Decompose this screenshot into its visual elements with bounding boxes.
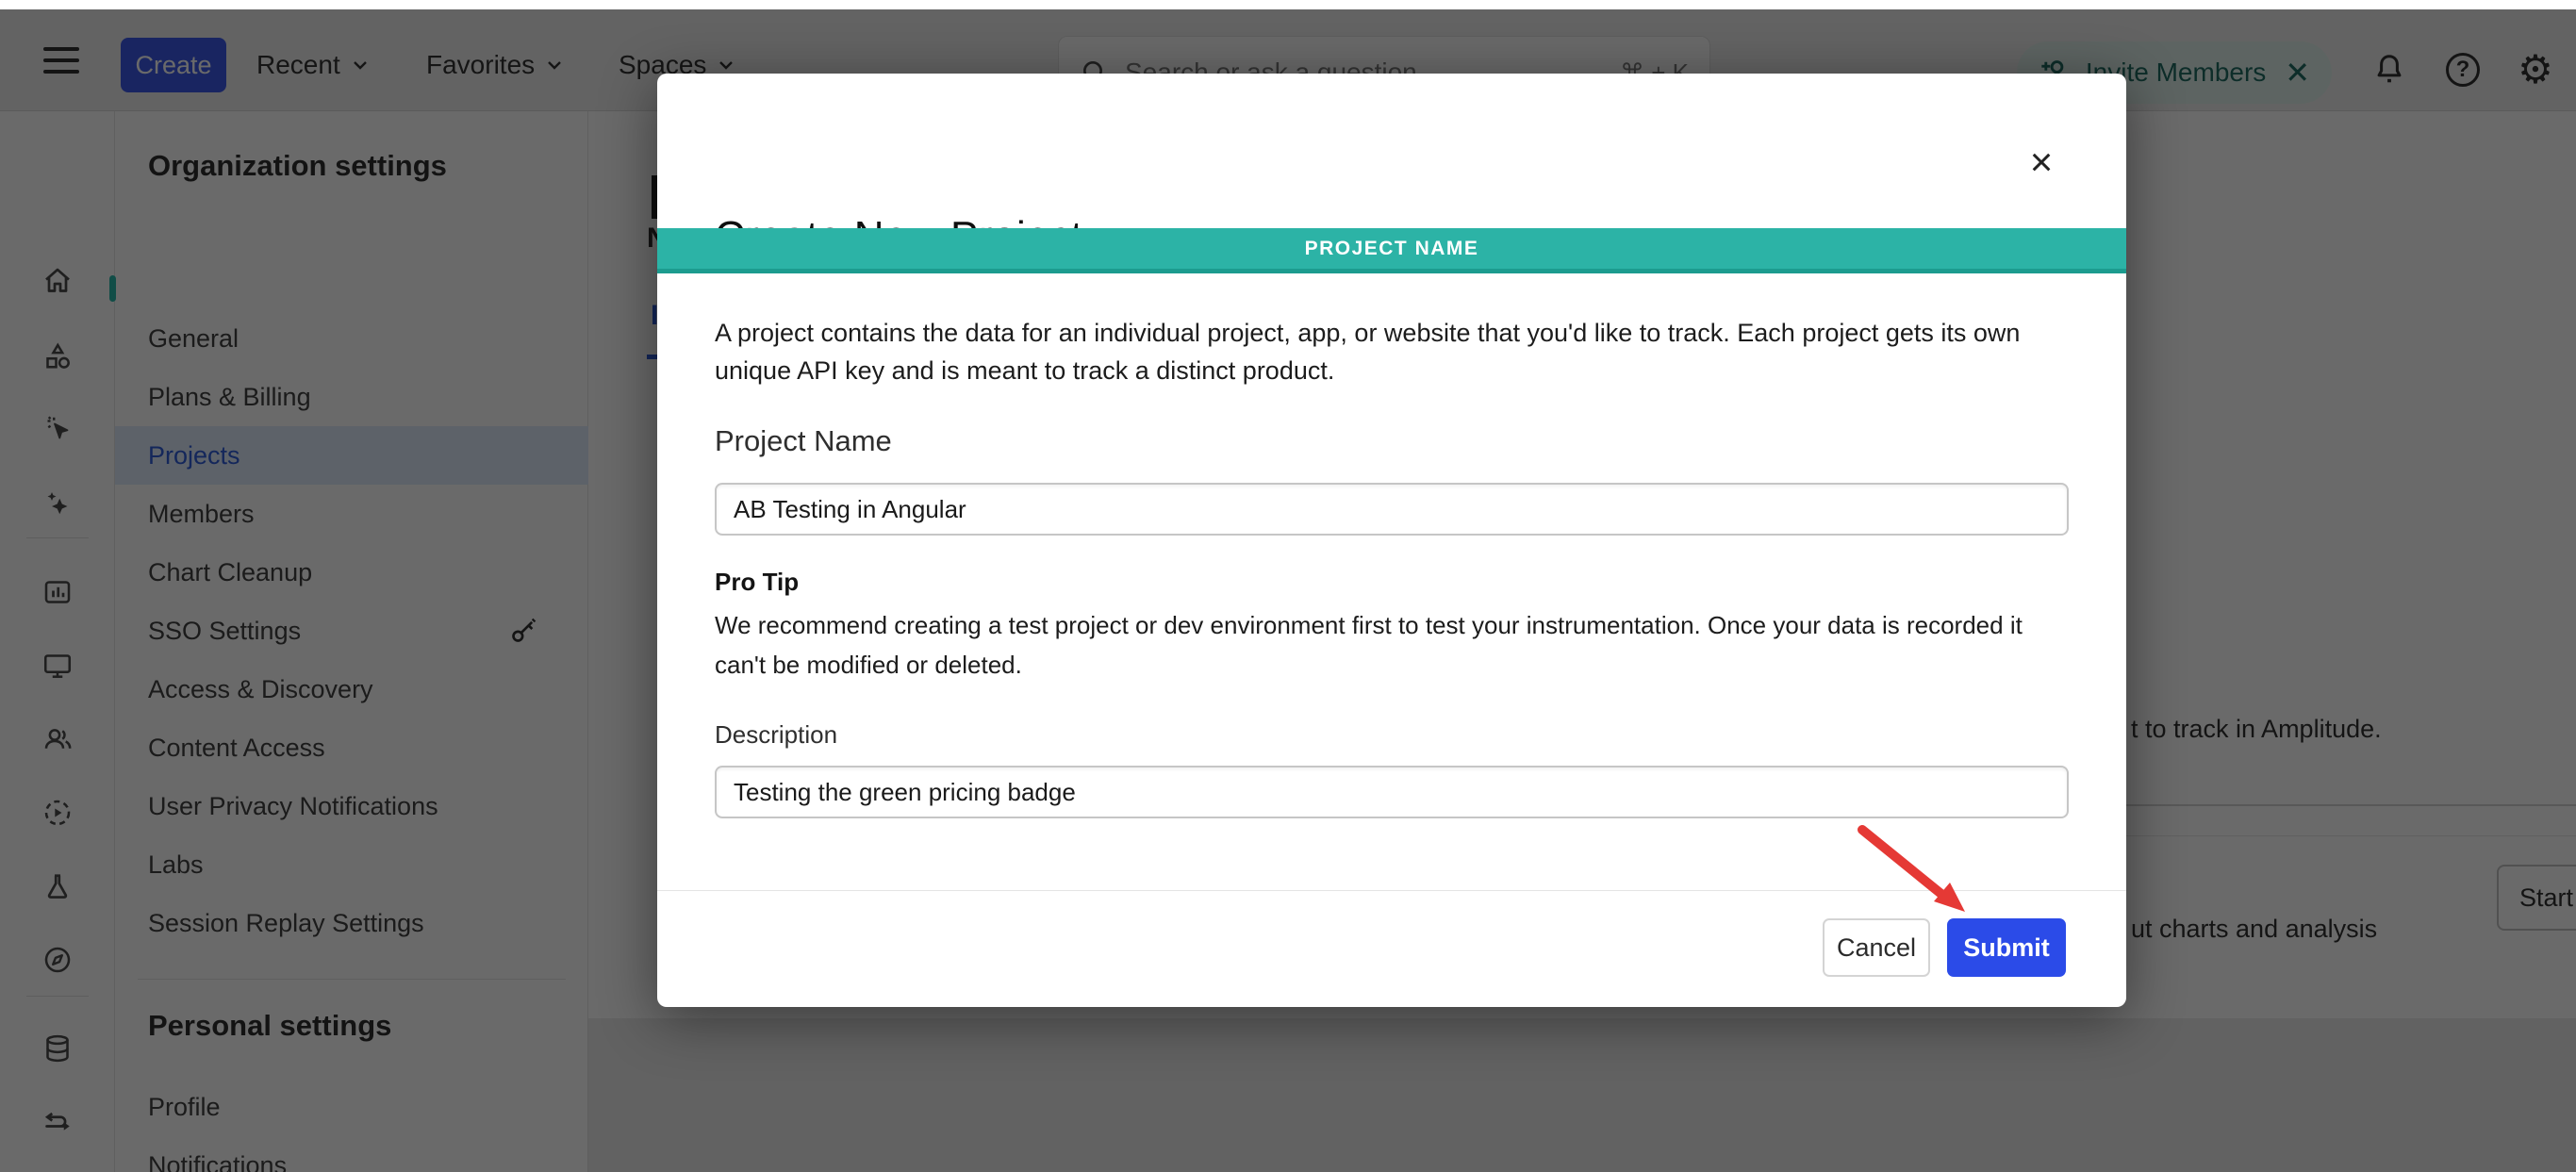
close-icon[interactable]: × <box>2013 134 2070 190</box>
project-name-label: Project Name <box>715 424 892 458</box>
project-name-step-banner: PROJECT NAME <box>657 228 2126 273</box>
description-input[interactable] <box>715 766 2069 818</box>
pro-tip-body: We recommend creating a test project or … <box>715 605 2025 685</box>
project-name-input[interactable] <box>715 483 2069 536</box>
pro-tip-title: Pro Tip <box>715 568 799 597</box>
description-label: Description <box>715 720 837 750</box>
app-screen: Create Recent Favorites Spaces Search or… <box>0 0 2576 1172</box>
annotation-arrow <box>1853 822 1994 935</box>
modal-intro-text: A project contains the data for an indiv… <box>715 314 2093 389</box>
